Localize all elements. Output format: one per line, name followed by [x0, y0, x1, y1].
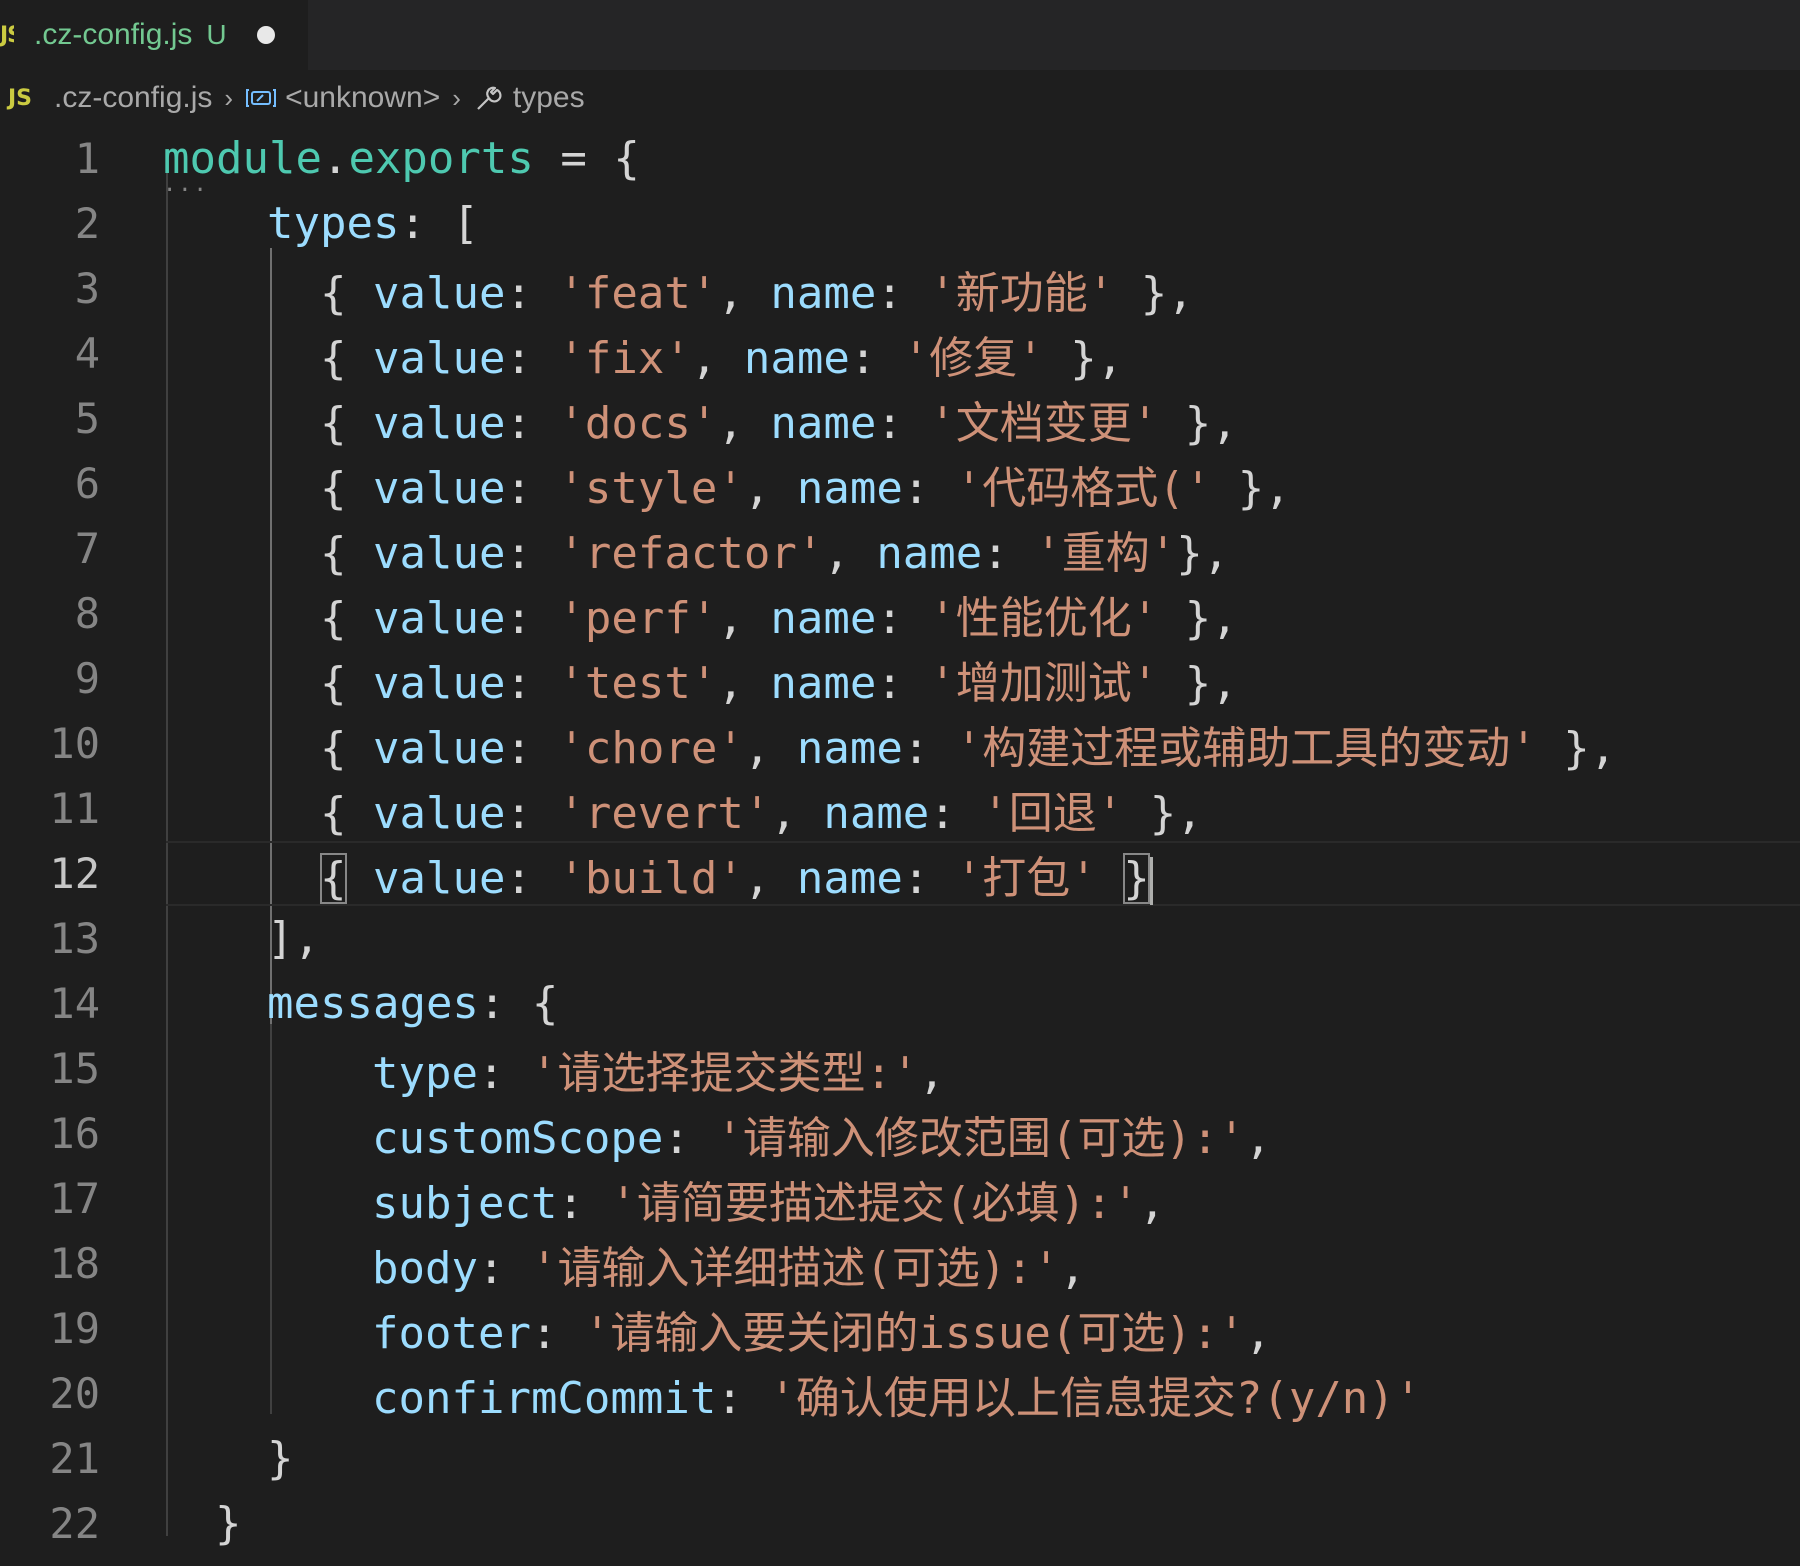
line-number: 14 [49, 979, 100, 1028]
code-line: 22 } [0, 1491, 1800, 1556]
code-text: { value: 'test', name: '增加测试' }, [320, 657, 1238, 709]
code-line: 16 customScope: '请输入修改范围(可选):', [0, 1101, 1800, 1166]
line-number: 13 [49, 914, 100, 963]
line-number: 16 [49, 1109, 100, 1158]
wrench-property-icon [473, 83, 503, 113]
code-text: { value: 'docs', name: '文档变更' }, [320, 397, 1238, 449]
code-line: 10 { value: 'chore', name: '构建过程或辅助工具的变动… [0, 711, 1800, 776]
code-text: } [215, 1498, 242, 1549]
code-line: 2 types: [ [0, 191, 1800, 256]
code-line: 13 ], [0, 906, 1800, 971]
code-text: { value: 'chore', name: '构建过程或辅助工具的变动' }… [320, 722, 1617, 774]
code-text: { value: 'refactor', name: '重构'}, [320, 527, 1230, 579]
code-text: messages: { [267, 978, 559, 1029]
line-number: 22 [49, 1499, 100, 1548]
code-line-current: 12 { value: 'build', name: '打包' } [0, 841, 1800, 906]
code-line: 20 confirmCommit: '确认使用以上信息提交?(y/n)' [0, 1361, 1800, 1426]
line-number: 19 [49, 1304, 100, 1353]
code-text: { value: 'perf', name: '性能优化' }, [320, 592, 1238, 644]
line-number: 9 [74, 654, 100, 703]
breadcrumb-symbol[interactable]: <unknown> [245, 81, 440, 115]
code-line: 11 { value: 'revert', name: '回退' }, [0, 776, 1800, 841]
code-text: subject: '请简要描述提交(必填):', [372, 1177, 1166, 1229]
line-number: 21 [49, 1434, 100, 1483]
code-line: 18 body: '请输入详细描述(可选):', [0, 1231, 1800, 1296]
line-number: 3 [74, 264, 100, 313]
breadcrumb: JS .cz-config.js › <unknown> › types [0, 70, 1800, 126]
code-line: 17 subject: '请简要描述提交(必填):', [0, 1166, 1800, 1231]
code-text: module.exports = { [163, 133, 640, 184]
line-number: 1 [74, 134, 100, 183]
chevron-right-icon: › [452, 82, 461, 113]
javascript-file-icon: JS [0, 22, 14, 48]
line-number: 20 [49, 1369, 100, 1418]
code-line: 1 module.exports = { [0, 126, 1800, 191]
code-text: { value: 'style', name: '代码格式(' }, [320, 462, 1291, 514]
code-text: { value: 'build', name: '打包' } [320, 842, 1153, 906]
line-number: 4 [74, 329, 100, 378]
code-line: 8 { value: 'perf', name: '性能优化' }, [0, 581, 1800, 646]
breadcrumb-symbol-label: <unknown> [285, 81, 441, 114]
code-text: { value: 'fix', name: '修复' }, [320, 332, 1124, 384]
matching-bracket: } [1123, 852, 1150, 904]
breadcrumb-file-label: .cz-config.js [54, 81, 213, 114]
code-line: 14 messages: { [0, 971, 1800, 1036]
code-line: 6 { value: 'style', name: '代码格式(' }, [0, 451, 1800, 516]
tab-bar: JS .cz-config.js U [0, 0, 1800, 70]
code-text: ], [267, 913, 320, 964]
line-number: 10 [49, 719, 100, 768]
code-line: 5 { value: 'docs', name: '文档变更' }, [0, 386, 1800, 451]
breadcrumb-property-label: types [512, 81, 585, 114]
line-number: 7 [74, 524, 100, 573]
line-number: 8 [74, 589, 100, 638]
line-number: 18 [49, 1239, 100, 1288]
code-text: } [267, 1433, 294, 1484]
code-line: 7 { value: 'refactor', name: '重构'}, [0, 516, 1800, 581]
tab-filename: .cz-config.js [34, 18, 193, 51]
code-line: 19 footer: '请输入要关闭的issue(可选):', [0, 1296, 1800, 1361]
code-text: body: '请输入详细描述(可选):', [372, 1242, 1086, 1294]
breadcrumb-property[interactable]: types [473, 81, 585, 115]
breadcrumb-file[interactable]: JS .cz-config.js [0, 81, 212, 115]
line-number: 6 [74, 459, 100, 508]
code-line: 4 { value: 'fix', name: '修复' }, [0, 321, 1800, 386]
unsaved-changes-dot-icon[interactable] [256, 26, 275, 44]
line-number: 17 [49, 1174, 100, 1223]
text-cursor [1149, 856, 1153, 905]
chevron-right-icon: › [224, 82, 234, 113]
code-text: customScope: '请输入修改范围(可选):', [372, 1112, 1272, 1164]
code-text: { value: 'revert', name: '回退' }, [320, 787, 1203, 839]
code-text: footer: '请输入要关闭的issue(可选):', [372, 1307, 1272, 1359]
git-status-badge: U [206, 19, 227, 50]
code-text: types: [ [267, 198, 479, 249]
line-number: 11 [49, 784, 100, 833]
javascript-file-icon: JS [8, 85, 33, 111]
matching-bracket: { [320, 852, 347, 904]
code-line: 15 type: '请选择提交类型:', [0, 1036, 1800, 1101]
variable-symbol-icon [245, 87, 277, 109]
line-number: 12 [49, 849, 100, 898]
code-text: { value: 'feat', name: '新功能' }, [320, 267, 1194, 319]
code-editor[interactable]: ··· 1 module.exports = { 2 types: [ 3 { … [0, 126, 1800, 1566]
code-line: 9 { value: 'test', name: '增加测试' }, [0, 646, 1800, 711]
line-number: 15 [49, 1044, 100, 1093]
code-line: 21 } [0, 1426, 1800, 1491]
code-text: type: '请选择提交类型:', [372, 1047, 945, 1099]
code-line: 3 { value: 'feat', name: '新功能' }, [0, 256, 1800, 321]
line-number: 5 [74, 394, 100, 443]
editor-tab[interactable]: JS .cz-config.js U [0, 0, 308, 70]
line-number: 2 [74, 199, 100, 248]
code-text: confirmCommit: '确认使用以上信息提交?(y/n)' [372, 1372, 1422, 1424]
